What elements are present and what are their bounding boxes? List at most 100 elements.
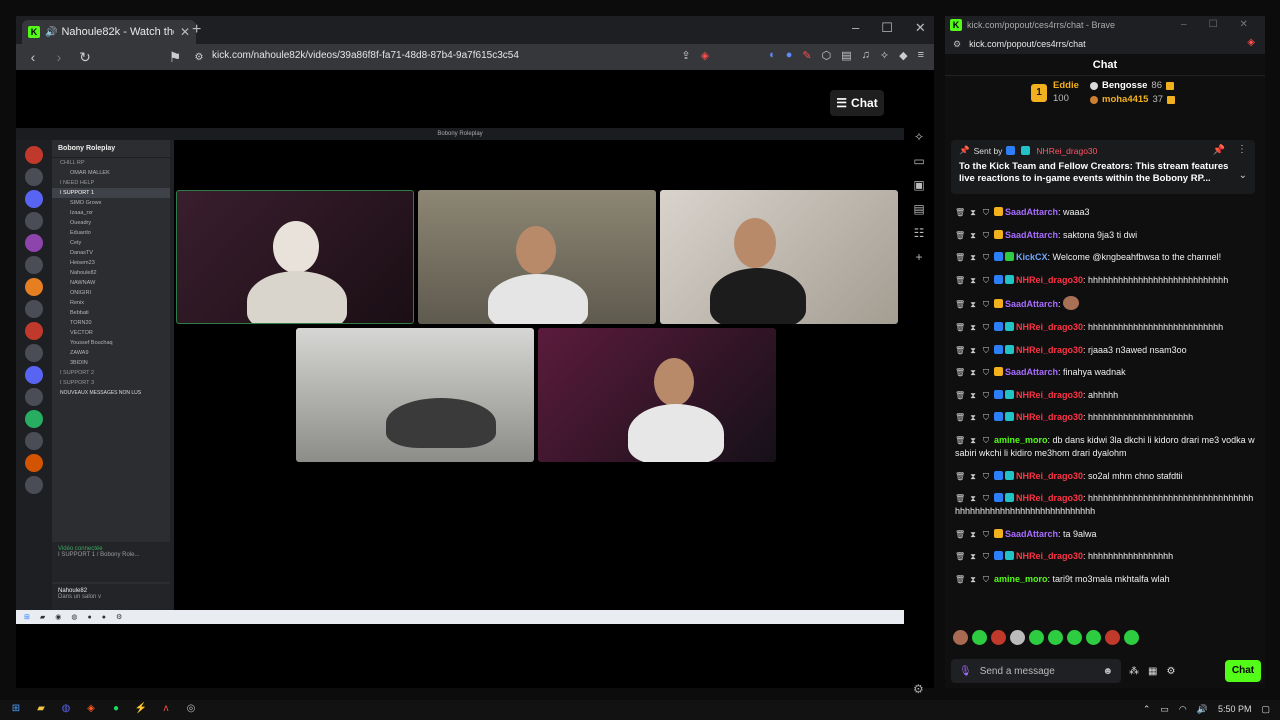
message-username[interactable]: NHRei_drago30 <box>1016 390 1083 400</box>
shield-icon[interactable]: ⛉ <box>981 229 991 242</box>
shield-icon[interactable]: ⛉ <box>981 411 991 424</box>
shield-icon[interactable]: ⛉ <box>981 550 991 563</box>
translate-icon[interactable]: ◐ <box>769 49 776 62</box>
message-username[interactable]: NHRei_drago30 <box>1016 551 1083 561</box>
emote-icon[interactable] <box>1067 630 1082 645</box>
chat-message[interactable]: 🗑 ⧗ ⛉ SaadAttarch: finahya wadnak <box>955 366 1255 379</box>
shield-icon[interactable]: ⛉ <box>981 492 991 505</box>
store-icon[interactable]: ▦ <box>1148 666 1157 677</box>
chat-input[interactable]: 🎙 Send a message ☻ <box>951 659 1121 683</box>
app-icon[interactable]: ⚡ <box>132 703 150 717</box>
notifications-icon[interactable]: ▢ <box>1261 704 1270 715</box>
trash-icon[interactable]: 🗑 <box>955 389 965 402</box>
pinned-message[interactable]: 📌 Sent by NHRei_drago30 To the Kick Team… <box>951 140 1255 194</box>
reload-icon[interactable]: ↻ <box>72 49 98 66</box>
emote-icon[interactable] <box>1010 630 1025 645</box>
timeout-icon[interactable]: ⧗ <box>968 229 978 242</box>
reading-list-icon[interactable]: ☷ <box>914 226 925 240</box>
emote-icon[interactable] <box>1105 630 1120 645</box>
message-username[interactable]: NHRei_drago30 <box>1016 471 1083 481</box>
trash-icon[interactable]: 🗑 <box>955 298 965 311</box>
shield-icon[interactable]: ⛉ <box>981 389 991 402</box>
chevron-up-icon[interactable]: ⌃ <box>1143 704 1151 715</box>
wallet-icon[interactable]: ◆ <box>899 49 907 62</box>
share-icon[interactable]: ⇪ <box>681 49 690 62</box>
volume-icon[interactable]: 🔊 <box>1197 704 1208 715</box>
timeout-icon[interactable]: ⧗ <box>968 251 978 264</box>
chat-message[interactable]: 🗑 ⧗ ⛉ NHRei_drago30: hhhhhhhhhhhhhhhhhhhhhh… <box>955 321 1255 334</box>
chat-message[interactable]: 🗑 ⧗ ⛉ amine_moro: tari9t mo3mala mkhtalfa w… <box>955 573 1255 586</box>
chat-message[interactable]: 🗑 ⧗ ⛉ SaadAttarch: ta 9alwa <box>955 528 1255 541</box>
speaker-icon[interactable]: 🔊 <box>45 27 57 38</box>
wifi-icon[interactable]: ◠ <box>1179 704 1187 715</box>
trash-icon[interactable]: 🗑 <box>955 366 965 379</box>
timeout-icon[interactable]: ⧗ <box>968 550 978 563</box>
chat-message[interactable]: 🗑 ⧗ ⛉ KickCX: Welcome @kngbeahfbwsa to the … <box>955 251 1255 264</box>
close-window-icon[interactable]: ✕ <box>1240 19 1248 30</box>
clock-time[interactable]: 5:50 PM <box>1218 704 1252 715</box>
trash-icon[interactable]: 🗑 <box>955 434 965 447</box>
shield-icon[interactable]: ⛉ <box>981 344 991 357</box>
wallet-icon[interactable]: ▣ <box>913 178 924 192</box>
chat-message[interactable]: 🗑 ⧗ ⛉ NHRei_drago30: hhhhhhhhhhhhhhhhhhhhhh… <box>955 274 1255 287</box>
message-username[interactable]: SaadAttarch <box>1005 207 1058 217</box>
more-options-icon[interactable]: ⋮ <box>1237 144 1247 155</box>
message-username[interactable]: SaadAttarch <box>1005 367 1058 377</box>
microphone-icon[interactable]: 🎙 <box>959 666 972 677</box>
shield-icon[interactable]: ⛉ <box>981 366 991 379</box>
video-player[interactable]: ☰ Chat Bobony Roleplay Bobony Roleplay C… <box>16 70 925 696</box>
shield-icon[interactable]: ⛉ <box>981 434 991 447</box>
shield-icon[interactable]: ⛉ <box>981 274 991 287</box>
trash-icon[interactable]: 🗑 <box>955 492 965 505</box>
timeout-icon[interactable]: ⧗ <box>968 492 978 505</box>
timeout-icon[interactable]: ⧗ <box>968 528 978 541</box>
forward-icon[interactable]: › <box>46 49 72 65</box>
message-username[interactable]: NHRei_drago30 <box>1016 493 1083 503</box>
trash-icon[interactable]: 🗑 <box>955 274 965 287</box>
chat-message[interactable]: 🗑 ⧗ ⛉ amine_moro: db dans kidwi 3la dkchi l… <box>955 434 1255 460</box>
app-icon[interactable]: ◎ <box>182 703 200 717</box>
sidebar-settings-icon[interactable]: ⚙ <box>913 682 924 696</box>
timeout-icon[interactable]: ⧗ <box>968 298 978 311</box>
bookmark-icon[interactable]: ⚑ <box>162 49 188 66</box>
pinned-sender[interactable]: NHRei_drago30 <box>1036 146 1097 156</box>
new-tab-button[interactable]: + <box>192 21 201 39</box>
extension-red-icon[interactable]: ✎ <box>802 49 811 62</box>
close-tab-icon[interactable]: ✕ <box>180 25 190 39</box>
trash-icon[interactable]: 🗑 <box>955 528 965 541</box>
tab-vod[interactable]: K 🔊 Nahoule82k - Watch the VOD ✕ <box>22 20 196 44</box>
extension-blue-icon[interactable]: ● <box>786 49 793 62</box>
emote-icon[interactable] <box>1048 630 1063 645</box>
chat-toggle-button[interactable]: ☰ Chat <box>830 90 884 116</box>
timeout-icon[interactable]: ⧗ <box>968 470 978 483</box>
message-username[interactable]: amine_moro <box>994 574 1048 584</box>
message-username[interactable]: NHRei_drago30 <box>1016 322 1083 332</box>
leo-icon[interactable]: ✧ <box>880 49 889 62</box>
trash-icon[interactable]: 🗑 <box>955 550 965 563</box>
emote-icon[interactable] <box>1086 630 1101 645</box>
chat-url-text[interactable]: kick.com/popout/ces4rrs/chat <box>969 39 1086 49</box>
chat-message-list[interactable]: 🗑 ⧗ ⛉ SaadAttarch: waaa3 🗑 ⧗ ⛉ SaadAttarch: sak… <box>945 206 1261 622</box>
maximize-icon[interactable]: ☐ <box>1209 19 1218 30</box>
message-username[interactable]: amine_moro <box>994 435 1048 445</box>
brave-icon[interactable]: ◈ <box>82 703 100 717</box>
message-username[interactable]: KickCX <box>1016 252 1048 262</box>
media-icon[interactable]: ♫ <box>862 49 870 62</box>
site-settings-icon[interactable]: ⚙ <box>186 52 212 63</box>
chat-message[interactable]: 🗑 ⧗ ⛉ NHRei_drago30: so2al mhm chno stafdti… <box>955 470 1255 483</box>
timeout-icon[interactable]: ⧗ <box>968 321 978 334</box>
menu-icon[interactable]: ≡ <box>918 49 924 62</box>
spotify-icon[interactable]: ● <box>107 703 125 717</box>
network-icon[interactable]: ▭ <box>1160 704 1169 715</box>
emote-icon[interactable] <box>1124 630 1139 645</box>
shield-icon[interactable]: ⛉ <box>981 298 991 311</box>
trash-icon[interactable]: 🗑 <box>955 206 965 219</box>
timeout-icon[interactable]: ⧗ <box>968 206 978 219</box>
timeout-icon[interactable]: ⧗ <box>968 573 978 586</box>
unpin-icon[interactable]: 📌 <box>1213 145 1225 156</box>
app-icon[interactable]: ᴧ <box>157 703 175 717</box>
emote-icon[interactable] <box>991 630 1006 645</box>
file-explorer-icon[interactable]: ▰ <box>32 703 50 717</box>
shield-icon[interactable]: ⛉ <box>981 470 991 483</box>
brave-shield-icon[interactable]: ◈ <box>1247 37 1255 48</box>
